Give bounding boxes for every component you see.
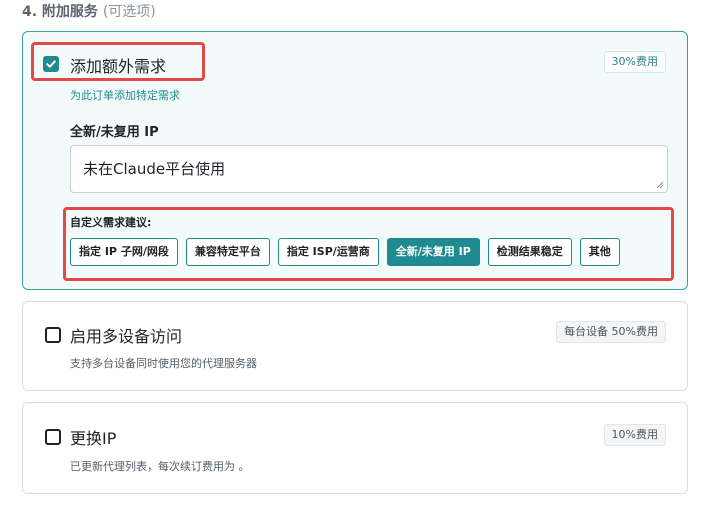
requirement-field-label: 全新/未复用 IP xyxy=(70,125,159,140)
multi-device-checkbox[interactable] xyxy=(45,327,61,343)
section-title-text: 4. 附加服务 xyxy=(22,4,98,20)
requirement-textarea-value: 未在Claude平台使用 xyxy=(83,160,226,178)
chip-ip-subnet[interactable]: 指定 IP 子网/网段 xyxy=(70,238,178,266)
suggestions-label: 自定义需求建议: xyxy=(70,216,152,229)
change-ip-checkbox[interactable] xyxy=(45,429,61,445)
highlight-box-title xyxy=(31,42,205,81)
extra-requirements-fee-badge: 30%费用 xyxy=(603,51,666,73)
chip-stable-results[interactable]: 检测结果稳定 xyxy=(487,238,572,266)
section-title: 4. 附加服务 (可选项) xyxy=(22,1,156,21)
chip-isp[interactable]: 指定 ISP/运营商 xyxy=(277,238,379,266)
change-ip-fee-badge: 10%费用 xyxy=(603,424,666,446)
extra-requirements-hint: 为此订单添加特定需求 xyxy=(70,89,180,102)
suggestion-chips: 指定 IP 子网/网段 兼容特定平台 指定 ISP/运营商 全新/未复用 IP … xyxy=(70,238,620,266)
chip-other[interactable]: 其他 xyxy=(579,238,620,266)
change-ip-hint: 已更新代理列表，每次续订费用为 。 xyxy=(70,460,250,473)
requirement-textarea[interactable]: 未在Claude平台使用 xyxy=(70,145,668,193)
chip-fresh-ip[interactable]: 全新/未复用 IP xyxy=(386,238,480,266)
multi-device-title: 启用多设备访问 xyxy=(70,327,183,346)
service-card-multi-device: 启用多设备访问 每台设备 50%费用 支持多台设备同时使用您的代理服务器 xyxy=(22,301,688,391)
multi-device-fee-badge: 每台设备 50%费用 xyxy=(556,321,666,343)
service-card-extra-requirements: 添加额外需求 30%费用 为此订单添加特定需求 全新/未复用 IP 未在Clau… xyxy=(22,31,688,290)
section-optional-tag: (可选项) xyxy=(102,4,156,20)
service-card-change-ip: 更换IP 10%费用 已更新代理列表，每次续订费用为 。 xyxy=(22,402,688,494)
multi-device-hint: 支持多台设备同时使用您的代理服务器 xyxy=(70,357,257,370)
resize-grip-icon[interactable] xyxy=(656,181,664,189)
chip-platform-compat[interactable]: 兼容特定平台 xyxy=(185,238,270,266)
change-ip-title: 更换IP xyxy=(70,429,117,448)
